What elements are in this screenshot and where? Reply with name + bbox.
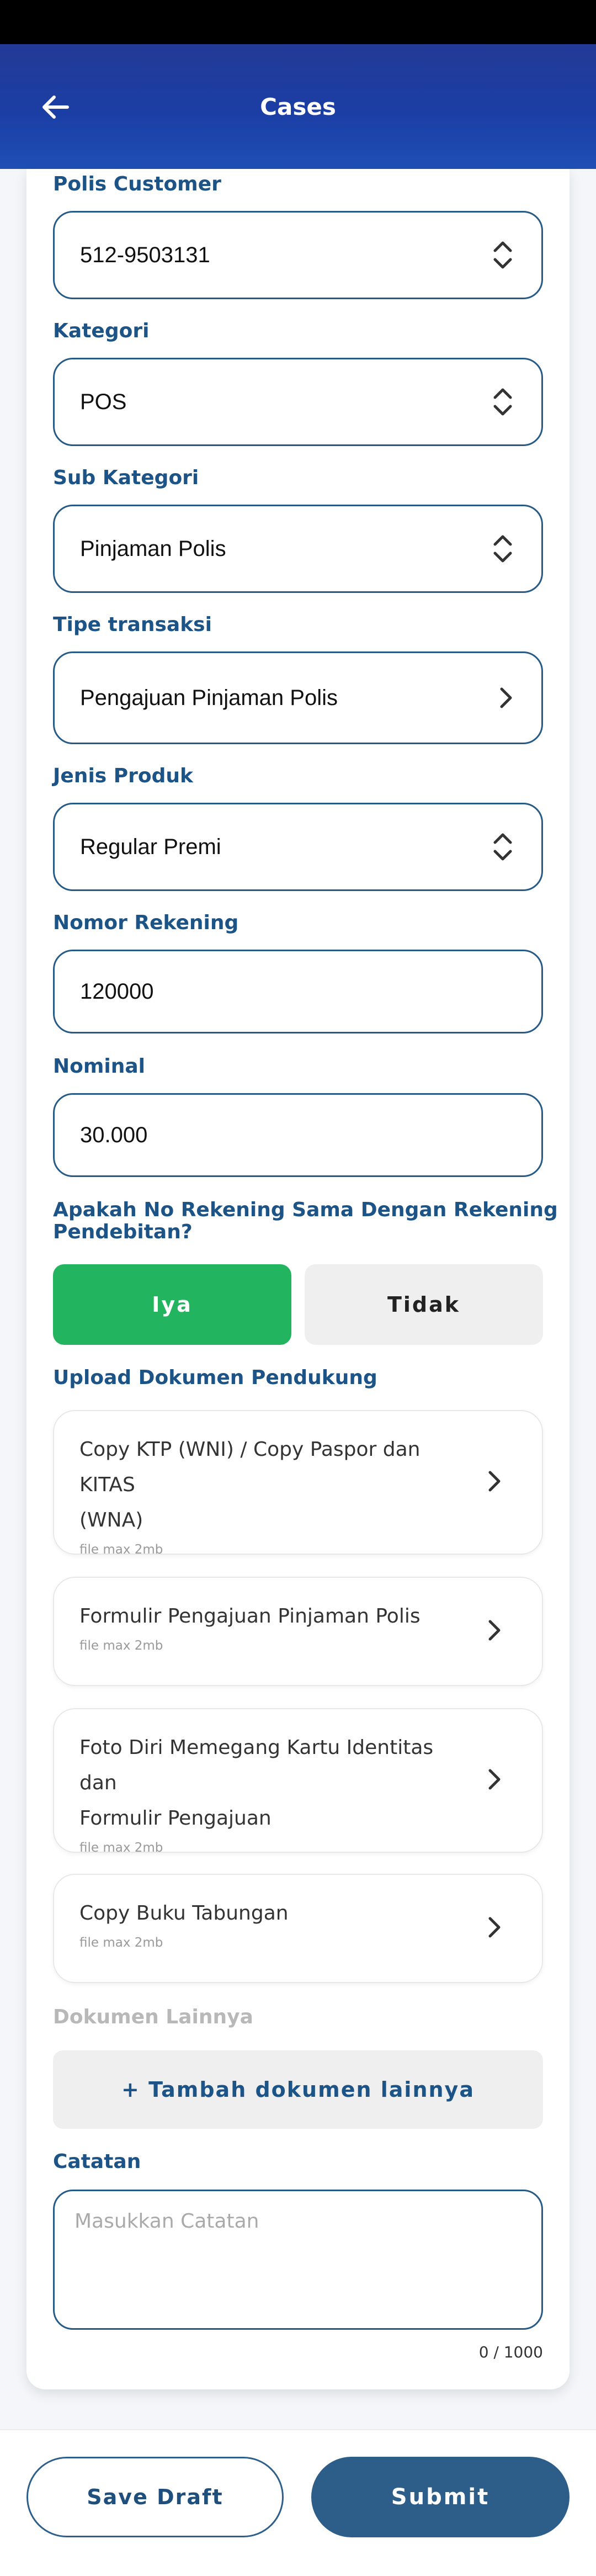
document-title-line-1: Formulir Pengajuan Pinjaman Polis: [79, 1605, 421, 1628]
nomor-rekening-input[interactable]: 120000: [53, 950, 543, 1033]
back-button[interactable]: [40, 92, 79, 123]
document-upload-buku-tabungan[interactable]: Copy Buku Tabungan file max 2mb: [53, 1874, 543, 1983]
kategori-select[interactable]: POS: [53, 358, 543, 446]
chevron-right-icon: [497, 686, 514, 710]
kategori-value: POS: [80, 389, 127, 414]
tipe-transaksi-label: Tipe transaksi: [53, 613, 212, 636]
no-button[interactable]: Tidak: [305, 1264, 543, 1345]
document-upload-formulir[interactable]: Formulir Pengajuan Pinjaman Polis file m…: [53, 1577, 543, 1686]
nomor-rekening-value: 120000: [80, 979, 154, 1004]
question-line-2: Pendebitan?: [53, 1221, 193, 1243]
document-title-line-1: Copy KTP (WNI) / Copy Paspor dan KITAS: [79, 1438, 421, 1496]
chevron-right-icon: [486, 1469, 502, 1496]
file-size-note: file max 2mb: [79, 1639, 163, 1653]
polis-customer-value: 512-9503131: [80, 242, 210, 267]
tipe-transaksi-field[interactable]: Pengajuan Pinjaman Polis: [53, 651, 543, 744]
chevron-right-icon: [486, 1915, 502, 1942]
submit-button[interactable]: Submit: [311, 2457, 570, 2537]
add-other-document-button[interactable]: + Tambah dokumen lainnya: [53, 2050, 543, 2129]
chevron-right-icon: [486, 1618, 502, 1645]
chevron-right-icon: [486, 1767, 502, 1794]
status-bar: [0, 0, 596, 44]
polis-customer-select[interactable]: 512-9503131: [53, 211, 543, 299]
jenis-produk-label: Jenis Produk: [53, 765, 193, 787]
jenis-produk-select[interactable]: Regular Premi: [53, 803, 543, 891]
select-arrows-icon: [492, 831, 514, 862]
sub-kategori-select[interactable]: Pinjaman Polis: [53, 505, 543, 593]
notes-character-counter: 0 / 1000: [478, 2343, 543, 2361]
nominal-input[interactable]: 30.000: [53, 1093, 543, 1177]
polis-customer-label: Polis Customer: [53, 173, 221, 195]
nomor-rekening-label: Nomor Rekening: [53, 911, 239, 934]
file-size-note: file max 2mb: [79, 1841, 163, 1855]
document-title-line-1: Copy Buku Tabungan: [79, 1902, 289, 1925]
save-draft-button[interactable]: Save Draft: [26, 2457, 284, 2537]
arrow-left-icon: [42, 96, 69, 119]
app-header: Cases: [0, 44, 596, 169]
question-line-1: Apakah No Rekening Sama Dengan Rekening: [53, 1199, 558, 1221]
document-upload-ktp[interactable]: Copy KTP (WNI) / Copy Paspor dan KITAS (…: [53, 1410, 543, 1557]
select-arrows-icon: [492, 386, 514, 417]
kategori-label: Kategori: [53, 320, 150, 342]
file-size-note: file max 2mb: [79, 1936, 163, 1950]
nominal-label: Nominal: [53, 1055, 145, 1078]
nominal-value: 30.000: [80, 1122, 148, 1147]
other-documents-label: Dokumen Lainnya: [53, 2006, 253, 2028]
notes-label: Catatan: [53, 2150, 141, 2173]
document-title-line-1: Foto Diri Memegang Kartu Identitas dan: [79, 1736, 434, 1794]
upload-documents-label: Upload Dokumen Pendukung: [53, 1366, 377, 1389]
same-account-question: Apakah No Rekening Sama Dengan Rekening …: [53, 1198, 558, 1244]
document-upload-foto-diri[interactable]: Foto Diri Memegang Kartu Identitas dan F…: [53, 1708, 543, 1855]
sub-kategori-value: Pinjaman Polis: [80, 536, 226, 561]
jenis-produk-value: Regular Premi: [80, 834, 221, 859]
document-title-line-2: (WNA): [79, 1509, 143, 1531]
document-title-line-2: Formulir Pengajuan: [79, 1807, 272, 1830]
sub-kategori-label: Sub Kategori: [53, 467, 199, 489]
select-arrows-icon: [492, 240, 514, 271]
file-size-note: file max 2mb: [79, 1543, 163, 1557]
tipe-transaksi-value: Pengajuan Pinjaman Polis: [80, 685, 338, 710]
page-title: Cases: [260, 93, 336, 120]
yes-button[interactable]: Iya: [53, 1264, 291, 1345]
notes-textarea[interactable]: [53, 2190, 543, 2330]
select-arrows-icon: [492, 533, 514, 564]
